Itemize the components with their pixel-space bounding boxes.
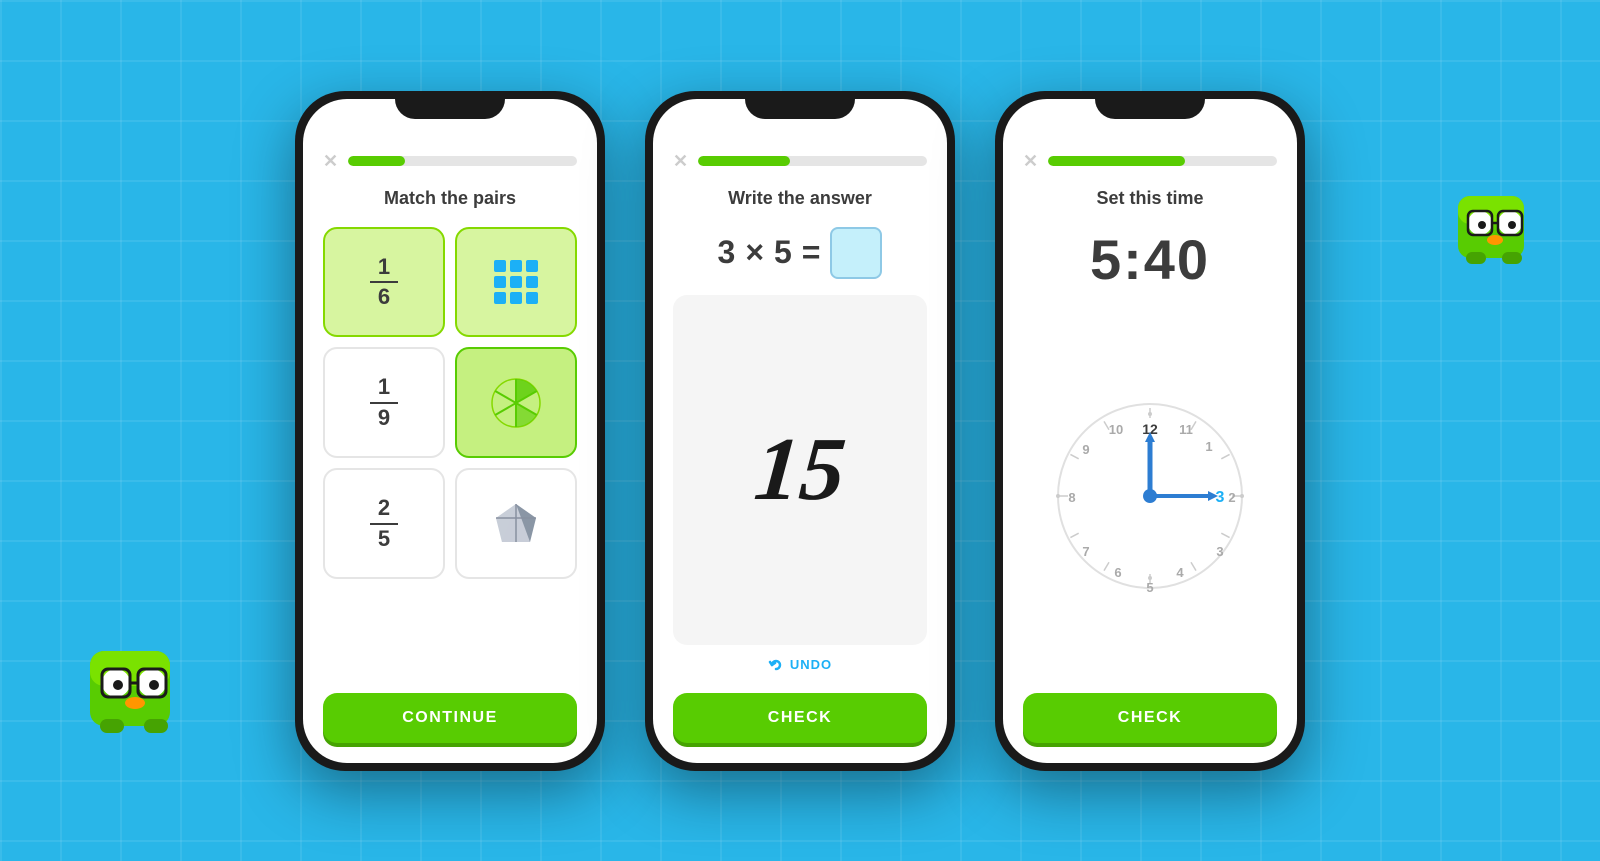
notch-3 — [1095, 91, 1205, 119]
notch-2 — [745, 91, 855, 119]
mascot-cube-left — [80, 631, 190, 741]
eq-equals: = — [802, 234, 821, 271]
fraction-ninth-num: 1 — [378, 375, 390, 399]
pair-card-fraction-two-fifths[interactable]: 2 5 — [323, 468, 445, 579]
phone-1: ✕ Match the pairs 1 6 — [295, 91, 605, 771]
top-bar-1: ✕ — [323, 143, 577, 172]
undo-button[interactable]: UNDO — [673, 657, 927, 673]
fraction-ninth: 1 9 — [370, 375, 398, 430]
svg-text:2: 2 — [1228, 490, 1235, 505]
action-btn-1: CONTINUE — [323, 683, 577, 743]
fraction-two-fifths-den: 5 — [378, 527, 390, 551]
dot — [510, 260, 522, 272]
write-equation: 3 × 5 = — [673, 227, 927, 279]
fraction-sixth-num: 1 — [378, 255, 390, 279]
progress-bar-fill-3 — [1048, 156, 1185, 166]
eq-mid: 5 — [774, 234, 792, 271]
time-display: 5:40 — [1023, 227, 1277, 292]
pie-chart-icon — [488, 375, 544, 431]
dot — [494, 276, 506, 288]
clock-container: 12 1 2 3 4 5 6 7 8 9 10 11 3 — [1023, 310, 1277, 683]
mascot-left — [80, 631, 190, 741]
eq-left: 3 — [718, 234, 736, 271]
continue-button[interactable]: CONTINUE — [323, 693, 577, 743]
pair-card-polygon[interactable] — [455, 468, 577, 579]
svg-text:1: 1 — [1205, 439, 1212, 454]
polygon-icon — [488, 496, 544, 552]
svg-text:9: 9 — [1082, 442, 1089, 457]
drawn-number: 15 — [751, 425, 849, 515]
clock-svg: 12 1 2 3 4 5 6 7 8 9 10 11 3 — [1050, 396, 1250, 596]
dot — [494, 260, 506, 272]
top-bar-3: ✕ — [1023, 143, 1277, 172]
progress-bar-bg-1 — [348, 156, 577, 166]
progress-bar-bg-2 — [698, 156, 927, 166]
svg-text:11: 11 — [1179, 422, 1193, 437]
dot — [526, 276, 538, 288]
dot — [510, 292, 522, 304]
question-title-2: Write the answer — [673, 188, 927, 209]
check-button-3[interactable]: CHECK — [1023, 693, 1277, 743]
dot — [510, 276, 522, 288]
svg-text:8: 8 — [1068, 490, 1075, 505]
progress-bar-bg-3 — [1048, 156, 1277, 166]
dot — [526, 260, 538, 272]
undo-icon — [768, 657, 784, 673]
mascot-right — [1450, 180, 1540, 270]
close-button-1[interactable]: ✕ — [323, 151, 338, 172]
notch-1 — [395, 91, 505, 119]
svg-text:7: 7 — [1082, 544, 1089, 559]
action-btn-3: CHECK — [1023, 683, 1277, 743]
dot — [494, 292, 506, 304]
answer-box — [830, 227, 882, 279]
pairs-grid: 1 6 — [323, 227, 577, 683]
svg-text:5: 5 — [1146, 580, 1153, 595]
svg-text:3: 3 — [1216, 489, 1225, 506]
svg-text:4: 4 — [1176, 565, 1184, 580]
question-title-3: Set this time — [1023, 188, 1277, 209]
fraction-ninth-den: 9 — [378, 406, 390, 430]
eq-op: × — [745, 234, 764, 271]
close-button-2[interactable]: ✕ — [673, 151, 688, 172]
pair-card-pie[interactable] — [455, 347, 577, 458]
svg-text:3: 3 — [1216, 544, 1223, 559]
undo-label: UNDO — [790, 657, 832, 672]
progress-bar-fill-2 — [698, 156, 790, 166]
fraction-line — [370, 402, 398, 405]
clock-face[interactable]: 12 1 2 3 4 5 6 7 8 9 10 11 3 — [1050, 396, 1250, 596]
fraction-line — [370, 281, 398, 284]
fraction-sixth: 1 6 — [370, 255, 398, 310]
pair-card-dotgrid[interactable] — [455, 227, 577, 338]
svg-text:10: 10 — [1109, 422, 1123, 437]
top-bar-2: ✕ — [673, 143, 927, 172]
question-title-1: Match the pairs — [323, 188, 577, 209]
dot-grid-icon — [494, 260, 538, 304]
draw-area[interactable]: 15 — [673, 295, 927, 645]
svg-text:6: 6 — [1114, 565, 1121, 580]
mascot-cube-right — [1450, 180, 1540, 270]
dot — [526, 292, 538, 304]
pair-card-fraction-ninth[interactable]: 1 9 — [323, 347, 445, 458]
action-btn-2: CHECK — [673, 683, 927, 743]
close-button-3[interactable]: ✕ — [1023, 151, 1038, 172]
phone-2: ✕ Write the answer 3 × 5 = 15 — [645, 91, 955, 771]
fraction-line — [370, 523, 398, 526]
pair-card-fraction-sixth[interactable]: 1 6 — [323, 227, 445, 338]
fraction-two-fifths-num: 2 — [378, 496, 390, 520]
fraction-sixth-den: 6 — [378, 285, 390, 309]
check-button-2[interactable]: CHECK — [673, 693, 927, 743]
fraction-two-fifths: 2 5 — [370, 496, 398, 551]
progress-bar-fill-1 — [348, 156, 405, 166]
phone-3: ✕ Set this time 5:40 — [995, 91, 1305, 771]
